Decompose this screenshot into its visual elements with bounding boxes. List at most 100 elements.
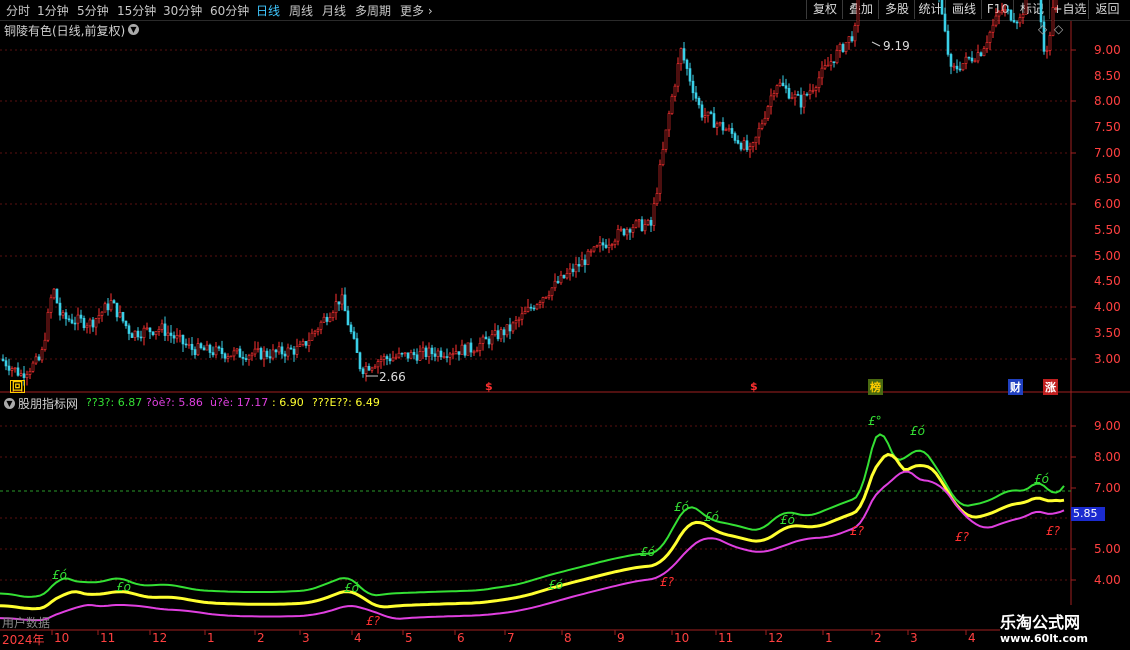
y-label: 7.50 bbox=[1094, 120, 1121, 134]
candle-body bbox=[841, 44, 845, 52]
signal-glyph: £ó bbox=[640, 545, 655, 559]
candle-body bbox=[604, 244, 608, 248]
candle-body bbox=[112, 300, 116, 304]
candle-body bbox=[580, 259, 584, 267]
candle-body bbox=[769, 95, 773, 107]
candle-body bbox=[625, 229, 629, 236]
signal-glyph: £? bbox=[660, 575, 675, 589]
candle-body bbox=[988, 31, 992, 43]
chevron-down-icon[interactable]: ▼ bbox=[4, 398, 15, 409]
candle-body bbox=[151, 331, 155, 335]
candle-body bbox=[295, 345, 299, 355]
candle-body bbox=[595, 245, 599, 248]
candle-body bbox=[265, 350, 269, 357]
candle-body bbox=[400, 352, 404, 355]
candle-body bbox=[727, 128, 731, 131]
candle-body bbox=[355, 338, 359, 353]
candle-body bbox=[1021, 14, 1025, 18]
month-label: 1 bbox=[825, 631, 833, 645]
candle-body bbox=[634, 220, 638, 228]
candle-body bbox=[820, 67, 824, 79]
candle-body bbox=[598, 242, 602, 247]
candle-body bbox=[256, 348, 260, 350]
candle-body bbox=[424, 347, 428, 357]
candle-body bbox=[280, 346, 284, 355]
candle-body bbox=[184, 343, 188, 346]
candle-body bbox=[181, 334, 185, 345]
candle-body bbox=[673, 85, 677, 97]
candle-body bbox=[310, 332, 314, 341]
candle-body bbox=[286, 347, 290, 357]
candle-body bbox=[622, 228, 626, 236]
candle-body bbox=[1039, 0, 1043, 23]
candle-body bbox=[682, 48, 686, 61]
candle-body bbox=[544, 296, 548, 299]
candle-body bbox=[313, 330, 317, 334]
candle-body bbox=[481, 336, 485, 344]
candle-body bbox=[619, 228, 623, 231]
diamond-icon[interactable]: ◇ bbox=[1038, 22, 1047, 36]
candle-body bbox=[700, 104, 704, 118]
candle-body bbox=[775, 85, 779, 94]
candle-body bbox=[238, 348, 242, 358]
candle-body bbox=[37, 356, 41, 361]
legend-item: ù?è: 17.17 bbox=[210, 396, 269, 409]
candle-body bbox=[616, 229, 620, 242]
candle-body bbox=[94, 318, 98, 328]
y-label: 6.50 bbox=[1094, 172, 1121, 186]
indicator-title[interactable]: 股朋指标网 bbox=[18, 395, 78, 412]
rank-marker[interactable]: 榜 bbox=[868, 379, 883, 395]
year-label: 2024年 bbox=[2, 633, 45, 647]
candle-body bbox=[994, 15, 998, 26]
candle-body bbox=[589, 250, 593, 253]
chevron-down-icon[interactable]: ▼ bbox=[128, 24, 139, 35]
candle-body bbox=[148, 327, 152, 333]
candle-body bbox=[352, 331, 356, 339]
candle-body bbox=[67, 318, 71, 321]
y-label: 8.00 bbox=[1094, 450, 1121, 464]
candle-body bbox=[322, 316, 326, 323]
candle-body bbox=[733, 133, 737, 141]
rise-marker[interactable]: 涨 bbox=[1043, 379, 1058, 395]
signal-glyph: £? bbox=[850, 524, 865, 538]
candle-body bbox=[61, 312, 65, 316]
candle-body bbox=[13, 367, 17, 370]
finance-marker[interactable]: 财 bbox=[1008, 379, 1023, 395]
candle-body bbox=[130, 333, 134, 338]
signal-glyph: £ó bbox=[1034, 472, 1049, 486]
candle-body bbox=[370, 367, 374, 371]
dollar-marker[interactable]: $ bbox=[485, 380, 493, 393]
candle-body bbox=[229, 355, 233, 358]
candle-body bbox=[970, 57, 974, 62]
signal-glyph: £ó bbox=[910, 424, 925, 438]
candle-body bbox=[505, 324, 509, 336]
candle-body bbox=[982, 48, 986, 57]
candle-body bbox=[748, 146, 752, 151]
candle-body bbox=[778, 82, 782, 86]
candle-body bbox=[418, 351, 422, 361]
candle-body bbox=[586, 250, 590, 266]
candle-body bbox=[445, 356, 449, 358]
candle-body bbox=[703, 115, 707, 118]
signal-glyph: £ó bbox=[52, 568, 67, 582]
candle-body bbox=[403, 352, 407, 355]
candle-body bbox=[493, 330, 497, 336]
candle-body bbox=[178, 334, 182, 337]
candle-body bbox=[715, 123, 719, 128]
candle-body bbox=[193, 349, 197, 356]
candle-body bbox=[670, 95, 674, 114]
y-label: 5.00 bbox=[1094, 249, 1121, 263]
candle-body bbox=[502, 329, 506, 336]
candle-body bbox=[337, 301, 341, 305]
reply-marker[interactable]: 回 bbox=[10, 380, 25, 393]
candle-body bbox=[547, 295, 551, 298]
stock-title[interactable]: 铜陵有色(日线,前复权) bbox=[4, 22, 125, 39]
expand-icon[interactable]: ◇ bbox=[1054, 22, 1063, 36]
candle-body bbox=[688, 68, 692, 82]
candle-body bbox=[169, 332, 173, 336]
month-label: 8 bbox=[564, 631, 572, 645]
dollar-marker[interactable]: $ bbox=[750, 380, 758, 393]
candle-body bbox=[1024, 0, 1028, 15]
candle-body bbox=[388, 358, 392, 362]
month-label: 9 bbox=[617, 631, 625, 645]
